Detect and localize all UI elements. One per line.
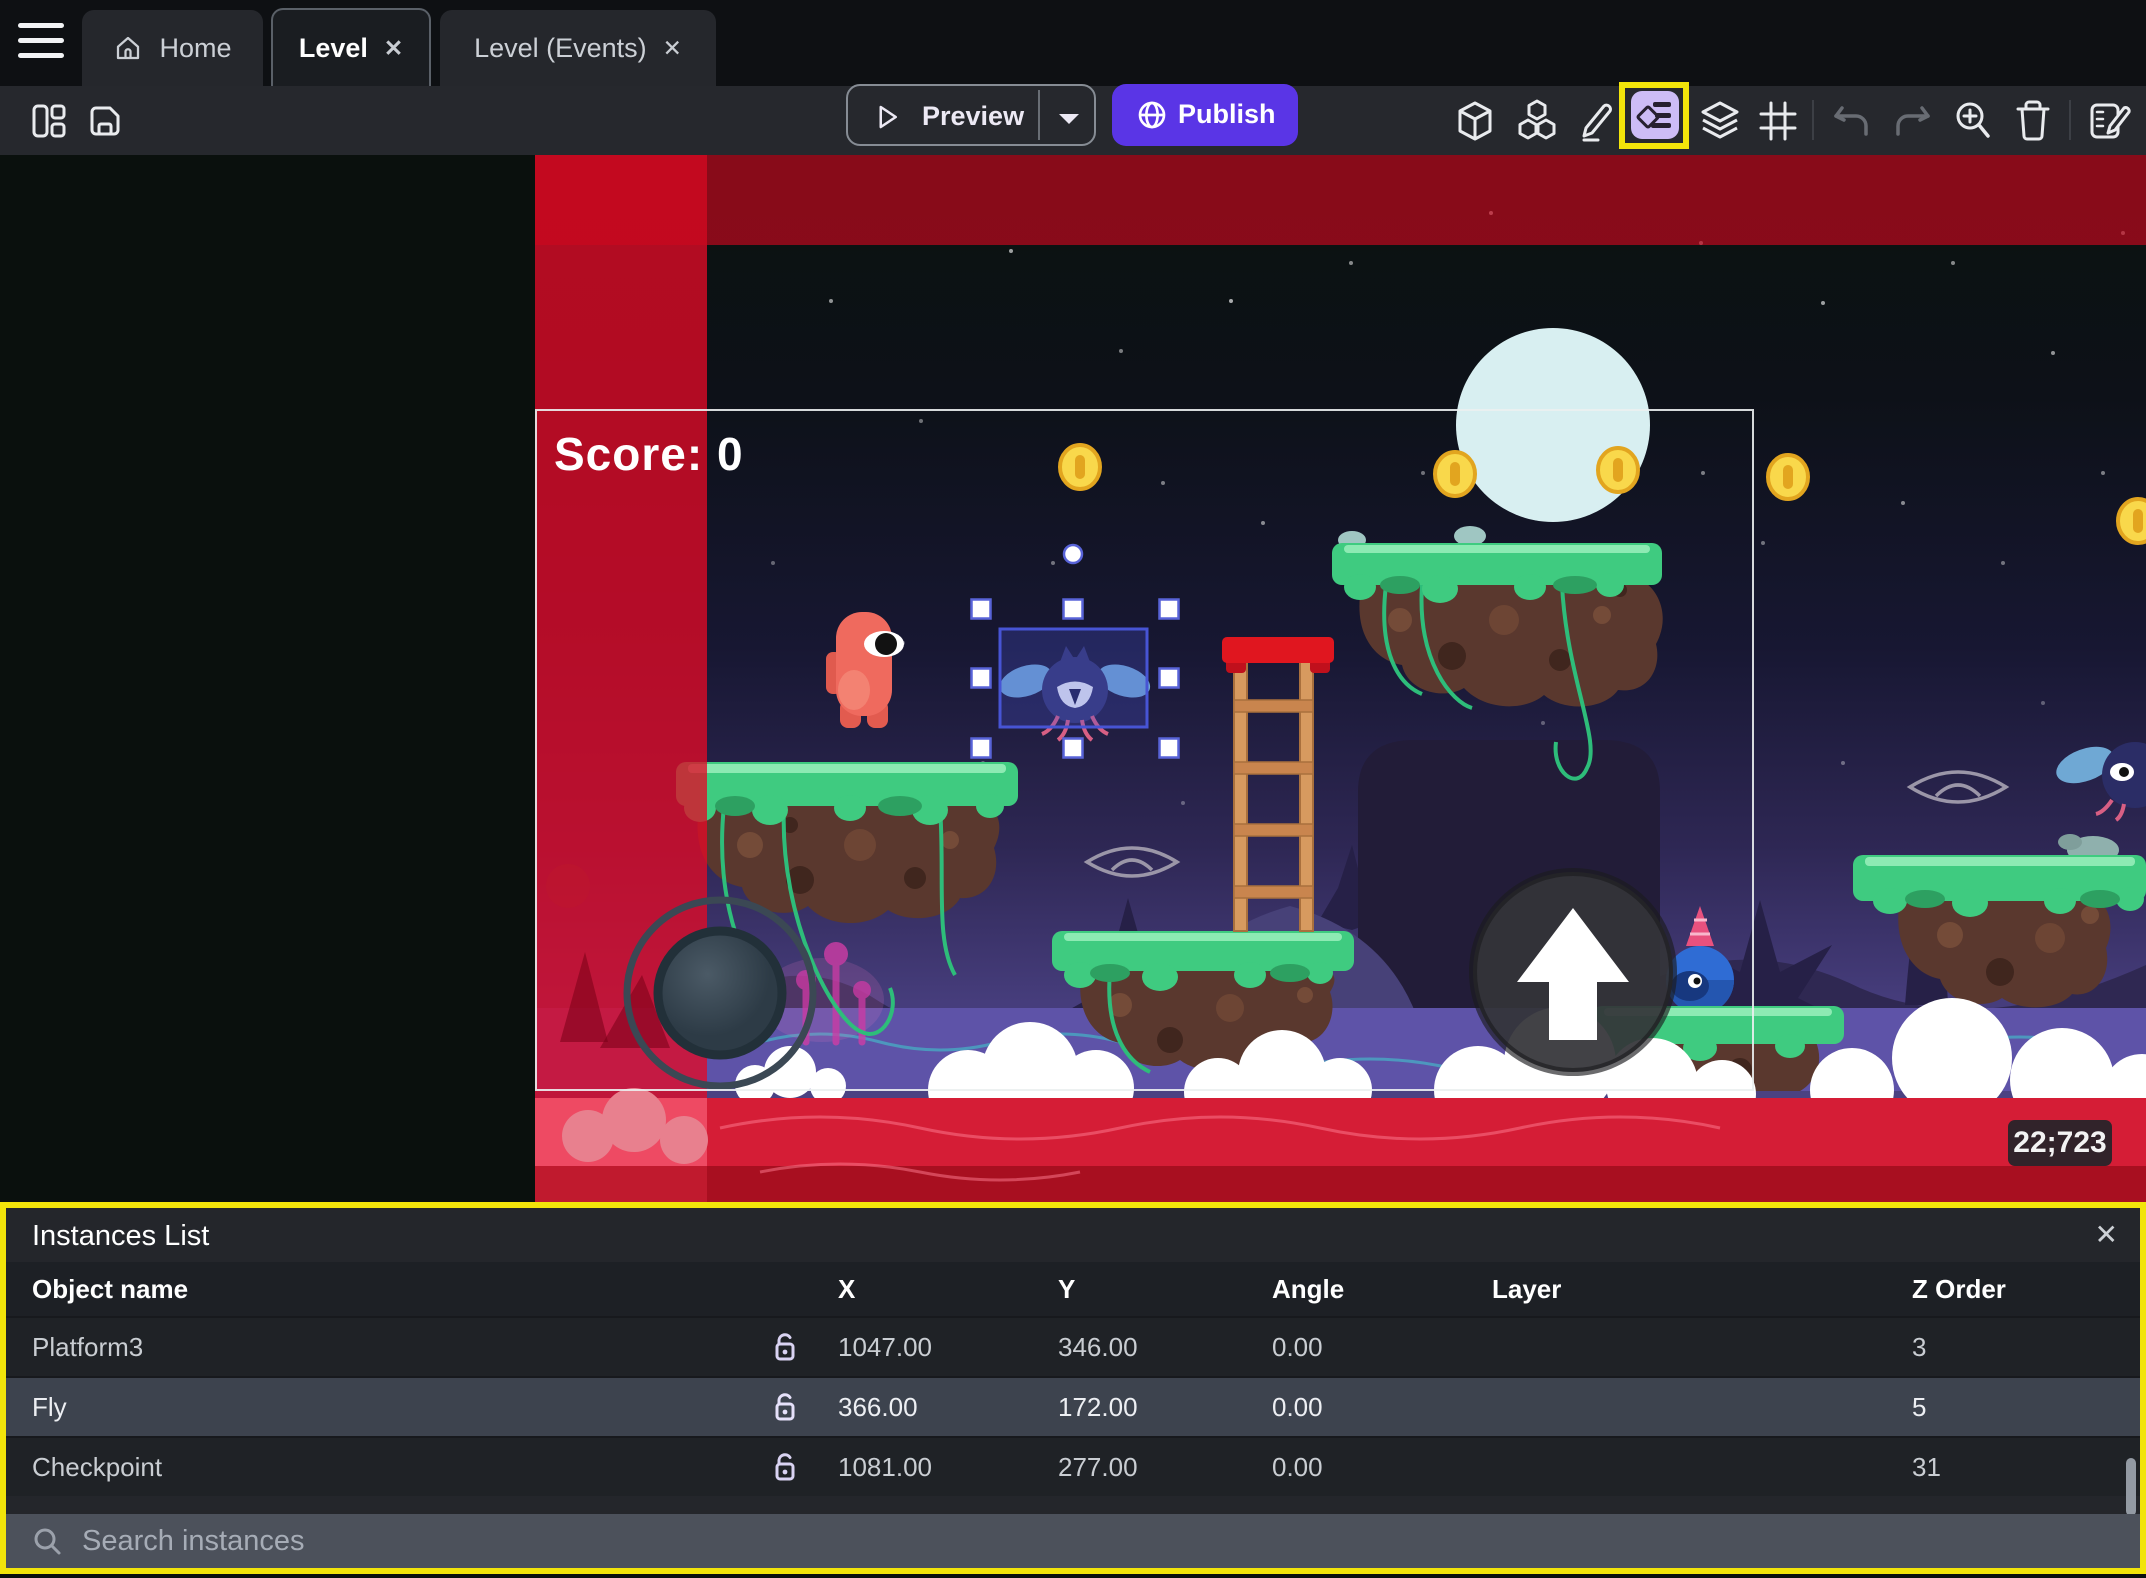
- instance-name: Platform3: [32, 1331, 144, 1362]
- unlock-icon[interactable]: [771, 1451, 799, 1483]
- instance-y: 277.00: [1058, 1451, 1138, 1482]
- main-menu-icon[interactable]: [18, 23, 64, 63]
- score-text-instance[interactable]: Score: 0: [554, 427, 744, 481]
- preview-button[interactable]: Preview: [846, 84, 1096, 146]
- home-icon: [117, 36, 140, 60]
- tab-close-icon[interactable]: ✕: [663, 35, 682, 62]
- instance-angle: 0.00: [1272, 1451, 1323, 1482]
- table-row-selected[interactable]: Fly 366.00 172.00 0.00 5: [6, 1376, 2140, 1436]
- layout-panels-icon[interactable]: [30, 102, 68, 140]
- cube-3d-icon[interactable]: [1455, 100, 1495, 142]
- search-bar: [6, 1514, 2140, 1568]
- play-icon: [879, 105, 897, 129]
- band-ripples: [719, 1115, 1721, 1182]
- instance-z-order: 3: [1912, 1331, 1927, 1362]
- scrollbar-thumb[interactable]: [2126, 1458, 2136, 1516]
- tab-label: Level (Events): [474, 32, 647, 63]
- publish-button[interactable]: Publish: [1112, 84, 1298, 146]
- scene-canvas[interactable]: Score: 0 22;723: [0, 155, 2146, 1202]
- unlock-icon[interactable]: [771, 1391, 799, 1423]
- publish-label: Publish: [1178, 99, 1276, 129]
- instance-y: 346.00: [1058, 1331, 1138, 1362]
- instance-x: 1047.00: [838, 1331, 932, 1362]
- tab-label: Home: [159, 32, 232, 63]
- table-row[interactable]: Checkpoint 1081.00 277.00 0.00 31: [6, 1436, 2140, 1496]
- grid-icon[interactable]: [1758, 100, 1798, 142]
- column-object-name: Object name: [32, 1273, 189, 1304]
- instance-angle: 0.00: [1272, 1331, 1323, 1362]
- tab-home[interactable]: Home: [82, 10, 263, 86]
- tab-label: Level: [298, 32, 368, 63]
- instance-y: 172.00: [1058, 1391, 1138, 1422]
- instance-x: 1081.00: [838, 1451, 932, 1482]
- panel-close-icon[interactable]: ✕: [2095, 1218, 2118, 1251]
- camera-frame: [535, 409, 1754, 1091]
- toolbar-divider: [2069, 100, 2071, 140]
- unlock-icon[interactable]: [771, 1331, 799, 1363]
- toolbar-divider: [1812, 100, 1814, 140]
- toolbar: Preview Publish: [0, 82, 2146, 155]
- instance-x: 366.00: [838, 1391, 918, 1422]
- layers-icon[interactable]: [1698, 100, 1742, 142]
- instance-z-order: 31: [1912, 1451, 1941, 1482]
- column-angle: Angle: [1272, 1273, 1345, 1304]
- search-input[interactable]: [80, 1523, 1884, 1559]
- column-y: Y: [1058, 1273, 1076, 1304]
- column-z-order: Z Order: [1912, 1273, 2006, 1304]
- tab-level[interactable]: Level ✕: [271, 8, 431, 86]
- objects-group-icon[interactable]: [1514, 98, 1560, 144]
- instance-z-order: 5: [1912, 1391, 1927, 1422]
- preview-divider: [1038, 90, 1040, 140]
- tab-level-events[interactable]: Level (Events) ✕: [440, 10, 716, 86]
- tab-bar: Home Level ✕ Level (Events) ✕: [0, 0, 2146, 86]
- instances-list-panel: Instances List ✕ Object name X Y Angle L…: [0, 1202, 2146, 1574]
- instances-list-highlight: [1619, 82, 1689, 149]
- instance-angle: 0.00: [1272, 1391, 1323, 1422]
- preview-label: Preview: [922, 101, 1025, 131]
- instance-name: Checkpoint: [32, 1451, 163, 1482]
- tab-close-icon[interactable]: ✕: [384, 35, 403, 62]
- globe-icon: [1138, 101, 1166, 129]
- undo-icon[interactable]: [1832, 104, 1872, 140]
- cursor-coordinates-badge: 22;723: [2008, 1120, 2112, 1166]
- instance-name: Fly: [32, 1391, 67, 1422]
- redo-icon[interactable]: [1892, 104, 1932, 140]
- panel-title: Instances List: [32, 1220, 210, 1252]
- zoom-in-icon[interactable]: [1952, 100, 1994, 142]
- chevron-down-icon[interactable]: [1056, 110, 1082, 128]
- edit-pencil-icon[interactable]: [1576, 100, 1616, 142]
- table-header: Object name X Y Angle Layer Z Order: [6, 1262, 2140, 1316]
- column-layer: Layer: [1492, 1273, 1562, 1304]
- search-icon: [34, 1528, 61, 1555]
- delete-trash-icon[interactable]: [2014, 100, 2052, 142]
- scene-properties-icon[interactable]: [2088, 100, 2132, 142]
- column-x: X: [838, 1273, 856, 1304]
- save-icon[interactable]: [86, 102, 124, 140]
- table-row[interactable]: Platform3 1047.00 346.00 0.00 3: [6, 1316, 2140, 1376]
